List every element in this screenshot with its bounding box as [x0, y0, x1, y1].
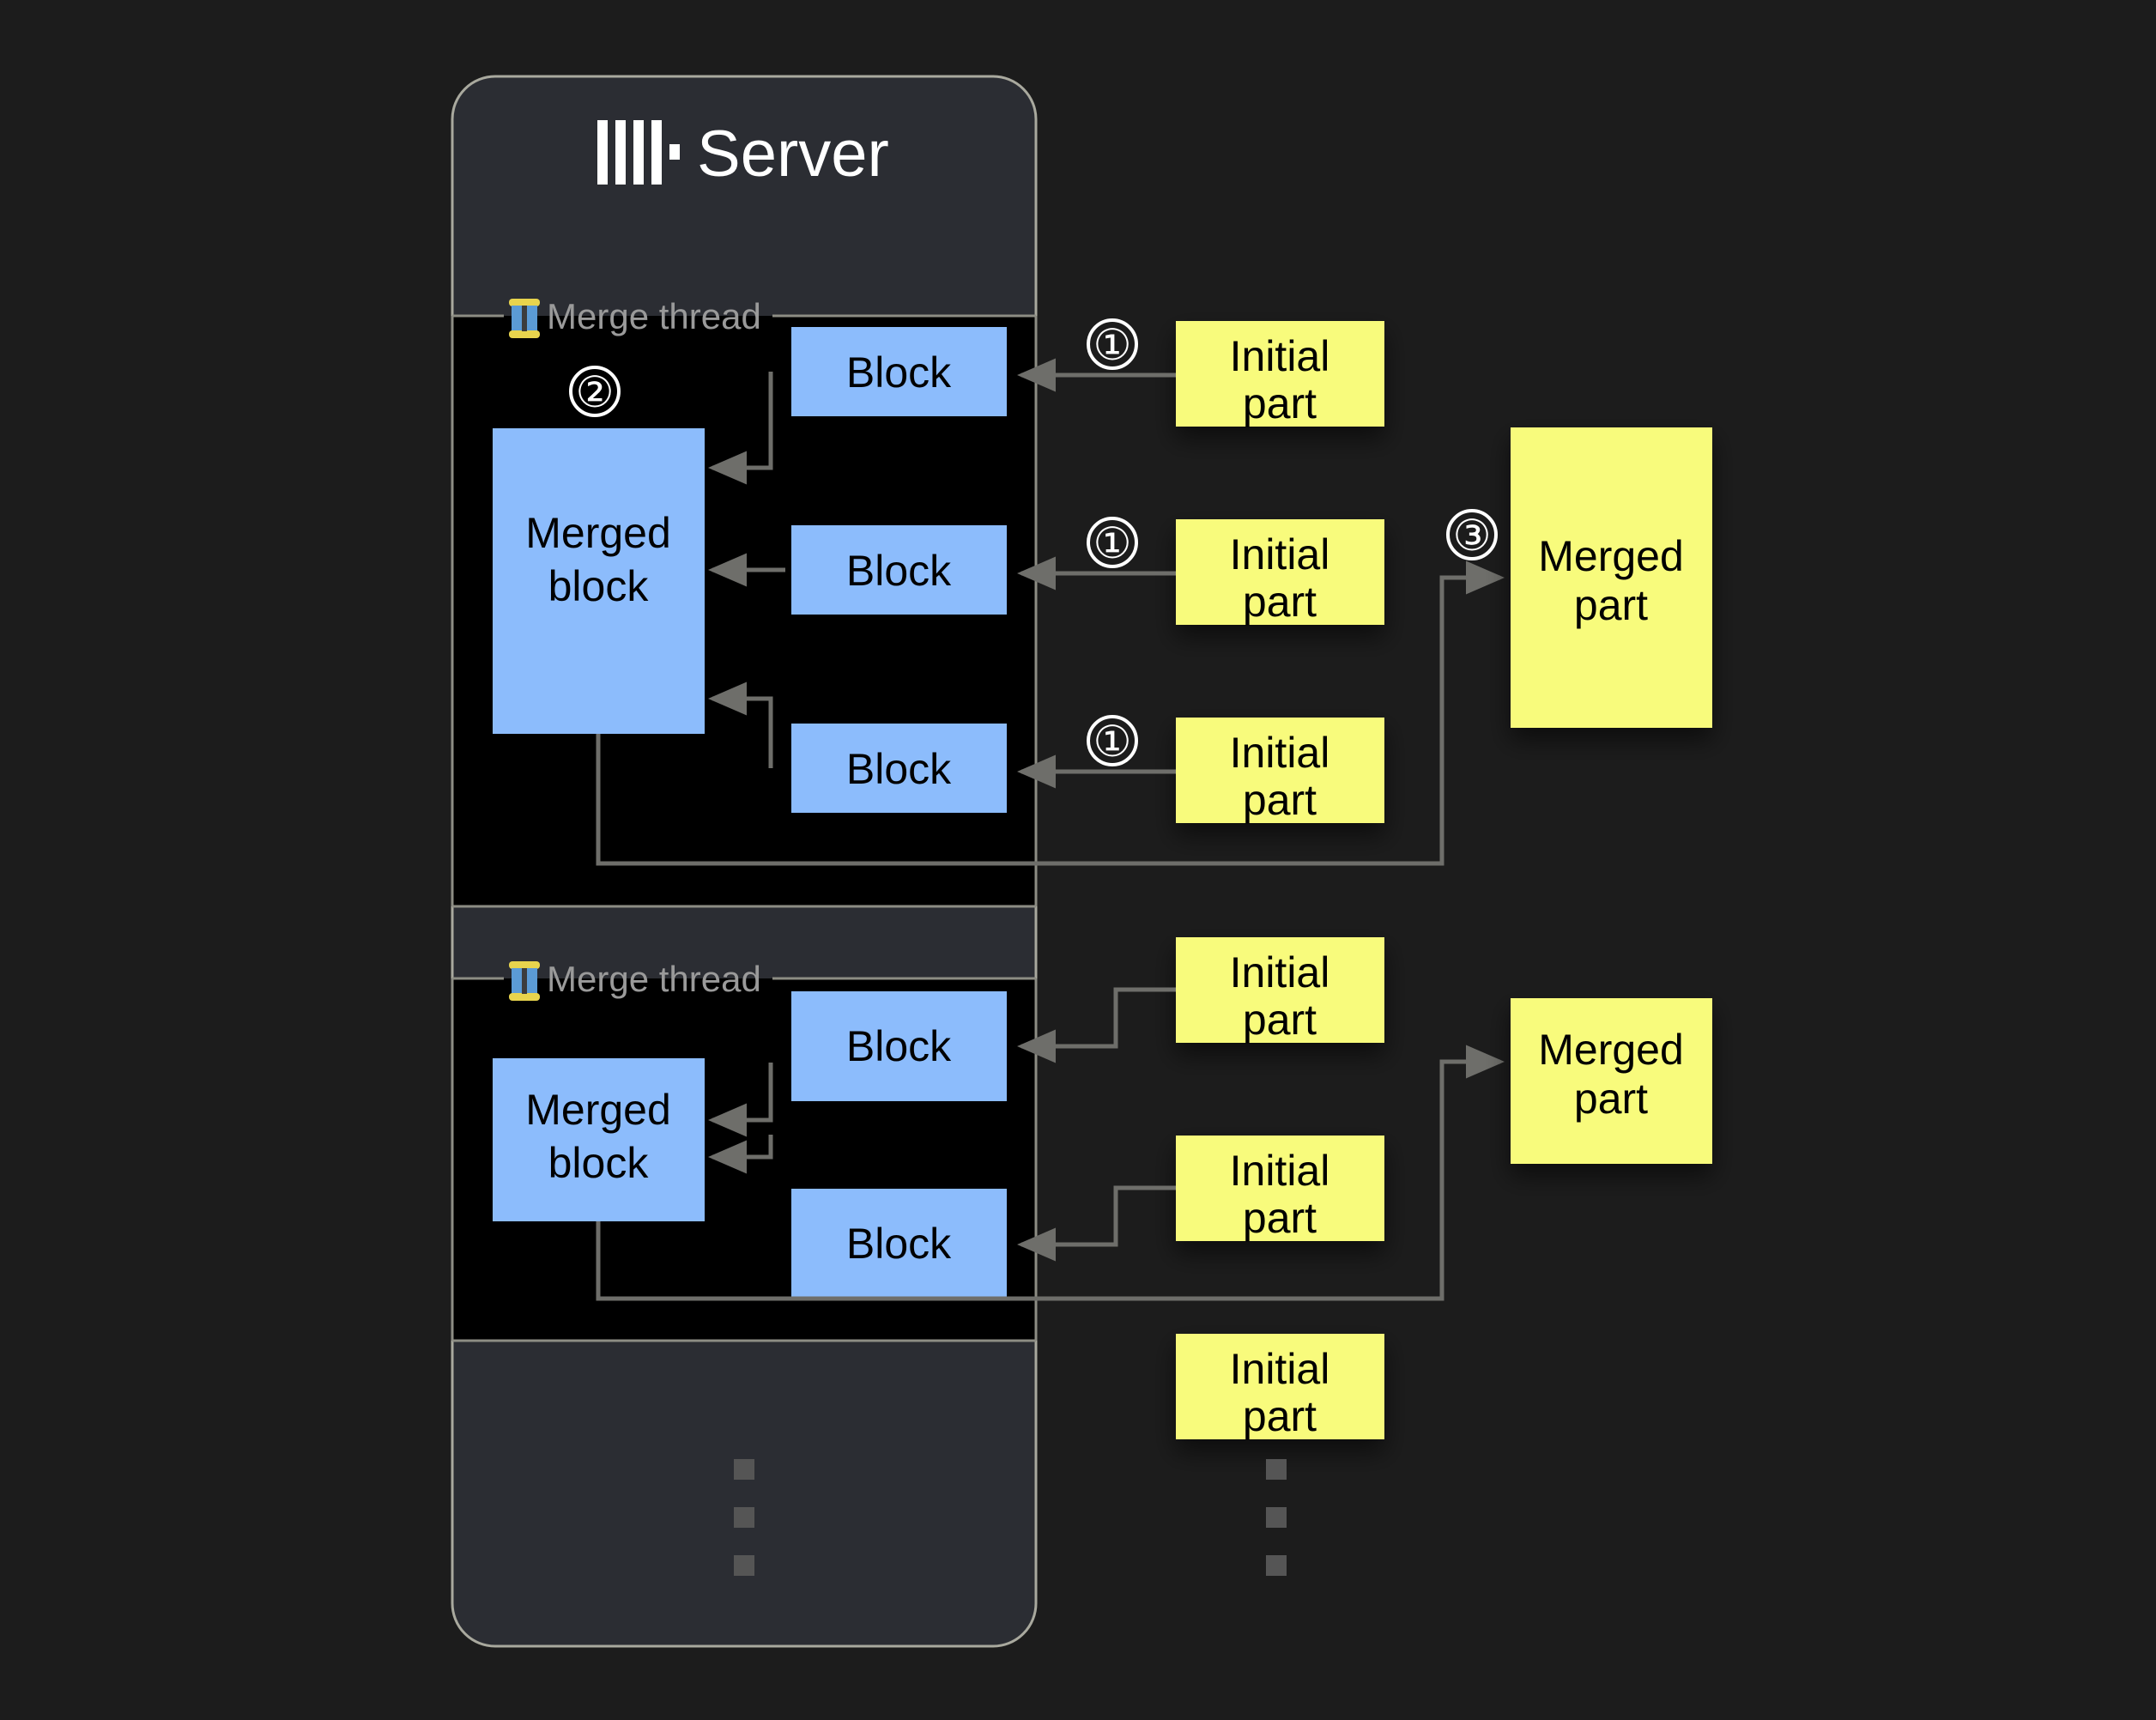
step-1-label-b: ①: [1093, 519, 1132, 567]
step-2-badge: ②: [569, 366, 621, 417]
connector-initial-2-2: [1017, 1185, 1176, 1262]
initial-part-1-3-label-line1: Initial: [1230, 729, 1330, 777]
step-1-label-c: ①: [1093, 718, 1132, 766]
initial-part-1-2-label-line2: part: [1243, 578, 1317, 626]
merged-block-1-label-line2: block: [548, 562, 650, 610]
merged-block-2-label-line2: block: [548, 1139, 650, 1187]
initial-part-2-1-label-line1: Initial: [1230, 948, 1330, 996]
step-1-badge-c: ①: [1087, 715, 1138, 766]
initial-part-1-2-label-line1: Initial: [1230, 530, 1330, 578]
step-1-badge-a: ①: [1087, 318, 1138, 370]
ellipsis-left: [734, 1459, 754, 1576]
merged-block-1-label-line1: Merged: [525, 509, 671, 557]
merged-part-1-label-line1: Merged: [1538, 532, 1684, 580]
merged-part-1-label-line2: part: [1574, 581, 1648, 629]
step-2-label: ②: [576, 368, 615, 416]
merge-diagram: Server Merge thread ② Merged block Block…: [451, 75, 1712, 1648]
initial-part-extra-label-line1: Initial: [1230, 1345, 1330, 1393]
block-1-3-label: Block: [846, 745, 952, 793]
merge-thread-1-label: Merge thread: [547, 296, 761, 336]
step-1-label-a: ①: [1093, 321, 1132, 369]
initial-part-1-1-label-line2: part: [1243, 379, 1317, 427]
merge-thread-2-label: Merge thread: [547, 959, 761, 999]
block-1-2-label: Block: [846, 547, 952, 595]
merged-block-2-label-line1: Merged: [525, 1086, 671, 1134]
connector-initial-2-1: [1017, 987, 1176, 1063]
initial-part-extra-label-line2: part: [1243, 1392, 1317, 1440]
step-3-label: ③: [1453, 512, 1492, 560]
step-1-badge-b: ①: [1087, 517, 1138, 568]
step-3-badge: ③: [1446, 509, 1498, 560]
initial-part-2-2-label-line2: part: [1243, 1194, 1317, 1242]
page-title: Server: [697, 118, 889, 191]
initial-part-2-1-label-line2: part: [1243, 996, 1317, 1044]
thread-spool-icon-2: [509, 961, 540, 1001]
diagram-canvas: Server Merge thread ② Merged block Block…: [0, 0, 2156, 1720]
initial-part-1-1-label-line1: Initial: [1230, 332, 1330, 380]
block-2-1-label: Block: [846, 1022, 952, 1070]
block-2-2-label: Block: [846, 1220, 952, 1268]
thread-1-parts: Initial part ① Initial part ① Initial pa…: [1017, 318, 1712, 824]
merged-part-2-label-line2: part: [1574, 1075, 1648, 1123]
initial-part-1-3-label-line2: part: [1243, 776, 1317, 824]
thread-2-parts: Initial part Initial part Merged part In…: [1017, 937, 1712, 1440]
thread-spool-icon: [509, 299, 540, 338]
ellipsis-right: [1266, 1459, 1287, 1576]
merged-part-2-label-line1: Merged: [1538, 1026, 1684, 1074]
block-1-1-label: Block: [846, 348, 952, 397]
initial-part-2-2-label-line1: Initial: [1230, 1147, 1330, 1195]
